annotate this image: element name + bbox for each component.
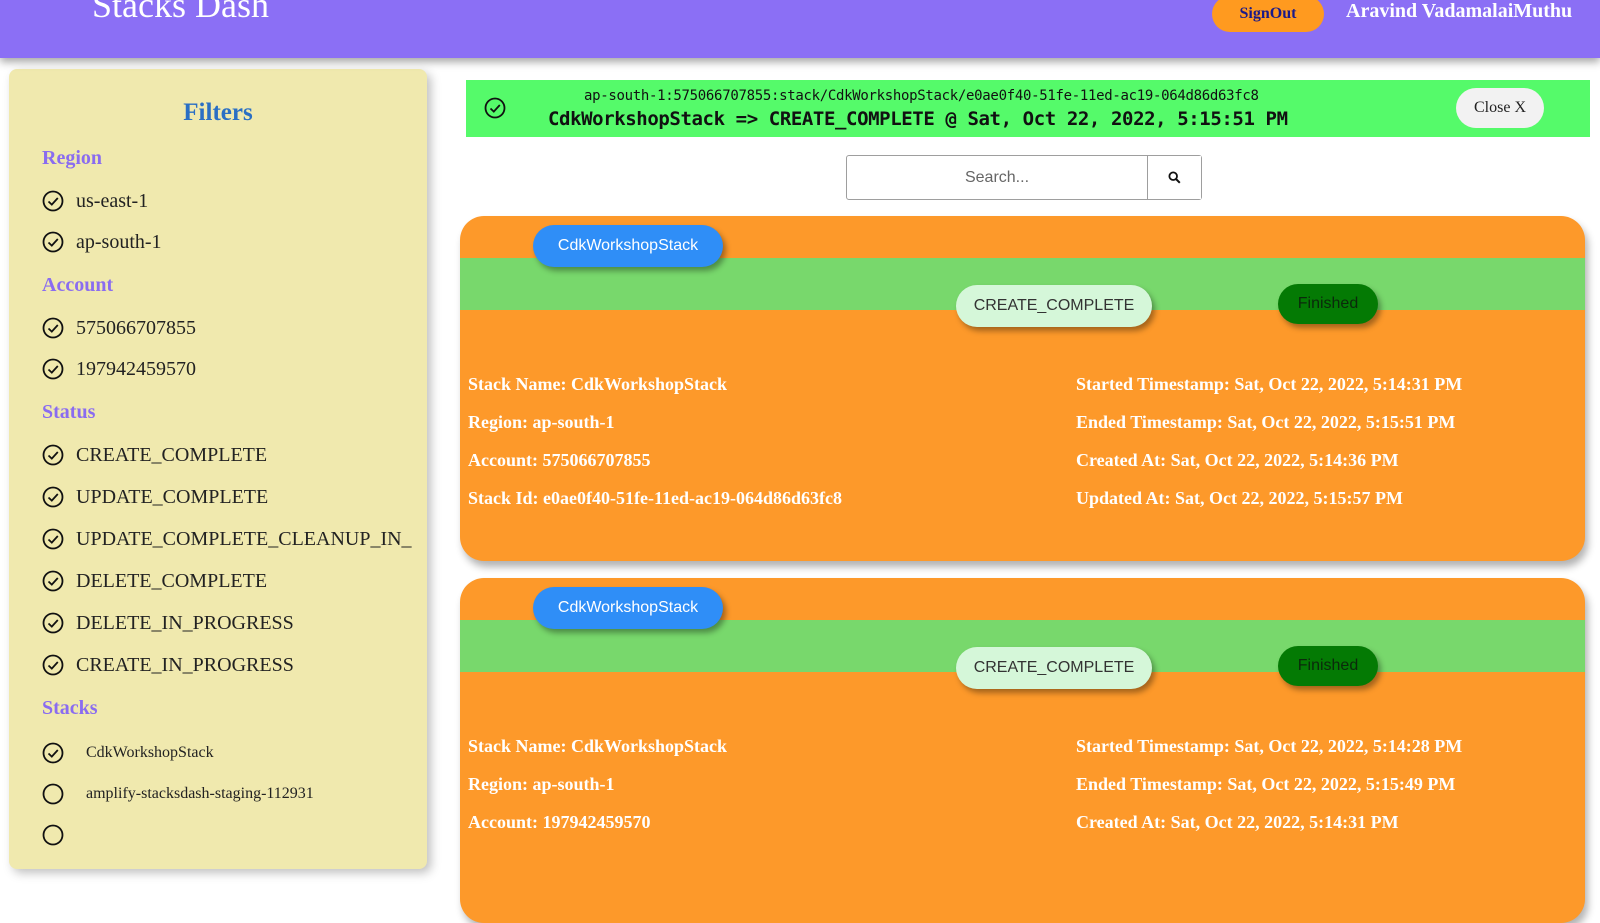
filters-sidebar: Filters Region us-east-1 ap-south-1 Acco… xyxy=(9,69,427,869)
filter-stack-partial[interactable] xyxy=(42,823,76,847)
status-badge: CREATE_COMPLETE xyxy=(956,285,1152,327)
search-bar xyxy=(846,155,1202,200)
filter-label: UPDATE_COMPLETE xyxy=(76,485,269,508)
top-bar: Stacks Dash SignOut Aravind VadamalaiMut… xyxy=(0,0,1600,58)
checked-circle-icon xyxy=(42,317,64,339)
filter-stack-cdkworkshopstack[interactable]: CdkWorkshopStack xyxy=(42,741,214,765)
filter-label: DELETE_IN_PROGRESS xyxy=(76,611,294,634)
signout-button[interactable]: SignOut xyxy=(1212,0,1324,32)
filter-label: DELETE_COMPLETE xyxy=(76,569,268,592)
checked-circle-icon xyxy=(42,190,64,212)
started-timestamp: Started Timestamp: Sat, Oct 22, 2022, 5:… xyxy=(1076,736,1463,756)
stack-card: CdkWorkshopStack CREATE_COMPLETE Finishe… xyxy=(460,578,1585,923)
filter-label: 197942459570 xyxy=(76,357,196,380)
unchecked-circle-icon xyxy=(42,783,64,805)
checked-circle-icon xyxy=(42,528,64,550)
checked-circle-icon xyxy=(42,612,64,634)
finished-badge: Finished xyxy=(1278,284,1378,324)
stack-name-text: Stack Name: CdkWorkshopStack xyxy=(468,374,728,394)
updated-at: Updated At: Sat, Oct 22, 2022, 5:15:57 P… xyxy=(1076,488,1403,508)
filter-label: amplify-stacksdash-staging-112931 xyxy=(86,785,314,802)
filter-region-us-east-1[interactable]: us-east-1 xyxy=(42,189,148,213)
filter-account-575066707855[interactable]: 575066707855 xyxy=(42,316,196,340)
account-text: Account: 575066707855 xyxy=(468,450,651,470)
notification-message: CdkWorkshopStack => CREATE_COMPLETE @ Sa… xyxy=(548,108,1288,130)
user-name: Aravind VadamalaiMuthu xyxy=(1346,0,1573,22)
ended-timestamp: Ended Timestamp: Sat, Oct 22, 2022, 5:15… xyxy=(1076,412,1456,432)
filter-status-delete-complete[interactable]: DELETE_COMPLETE xyxy=(42,569,267,593)
app-title: Stacks Dash xyxy=(92,0,269,25)
stack-name-badge[interactable]: CdkWorkshopStack xyxy=(533,225,723,267)
filter-label: CREATE_IN_PROGRESS xyxy=(76,653,294,676)
filter-label: CREATE_COMPLETE xyxy=(76,443,268,466)
filter-status-create-complete[interactable]: CREATE_COMPLETE xyxy=(42,443,267,467)
checked-circle-icon xyxy=(42,654,64,676)
filter-label: CdkWorkshopStack xyxy=(86,744,214,761)
close-notification-button[interactable]: Close X xyxy=(1456,88,1544,128)
filter-label: UPDATE_COMPLETE_CLEANUP_IN_ xyxy=(76,527,412,550)
region-text: Region: ap-south-1 xyxy=(468,774,615,794)
unchecked-circle-icon xyxy=(42,824,64,846)
filter-status-update-complete-cleanup[interactable]: UPDATE_COMPLETE_CLEANUP_IN_ xyxy=(42,527,412,551)
created-at: Created At: Sat, Oct 22, 2022, 5:14:36 P… xyxy=(1076,450,1399,470)
stack-name-badge[interactable]: CdkWorkshopStack xyxy=(533,587,723,629)
account-section-title: Account xyxy=(42,274,114,296)
stack-id-text: Stack Id: e0ae0f40-51fe-11ed-ac19-064d86… xyxy=(468,488,842,508)
checked-circle-icon xyxy=(42,231,64,253)
filter-account-197942459570[interactable]: 197942459570 xyxy=(42,357,196,381)
filter-label: ap-south-1 xyxy=(76,230,162,253)
filter-region-ap-south-1[interactable]: ap-south-1 xyxy=(42,230,162,254)
notification-banner: ap-south-1:575066707855:stack/CdkWorksho… xyxy=(466,80,1590,137)
filter-stack-amplify-staging[interactable]: amplify-stacksdash-staging-112931 xyxy=(42,782,314,806)
checked-circle-icon xyxy=(484,97,506,119)
checked-circle-icon xyxy=(42,570,64,592)
filter-status-create-in-progress[interactable]: CREATE_IN_PROGRESS xyxy=(42,653,294,677)
finished-badge: Finished xyxy=(1278,646,1378,686)
notification-stack-id: ap-south-1:575066707855:stack/CdkWorksho… xyxy=(584,88,1259,104)
region-text: Region: ap-south-1 xyxy=(468,412,615,432)
filter-status-delete-in-progress[interactable]: DELETE_IN_PROGRESS xyxy=(42,611,294,635)
stacks-section-title: Stacks xyxy=(42,697,98,719)
status-section-title: Status xyxy=(42,401,96,423)
stack-card: CdkWorkshopStack CREATE_COMPLETE Finishe… xyxy=(460,216,1585,561)
checked-circle-icon xyxy=(42,742,64,764)
filter-status-update-complete[interactable]: UPDATE_COMPLETE xyxy=(42,485,268,509)
account-text: Account: 197942459570 xyxy=(468,812,651,832)
ended-timestamp: Ended Timestamp: Sat, Oct 22, 2022, 5:15… xyxy=(1076,774,1456,794)
search-input[interactable] xyxy=(847,156,1147,199)
checked-circle-icon xyxy=(42,358,64,380)
search-button[interactable] xyxy=(1147,156,1201,199)
status-badge: CREATE_COMPLETE xyxy=(956,647,1152,689)
created-at: Created At: Sat, Oct 22, 2022, 5:14:31 P… xyxy=(1076,812,1399,832)
filter-label: us-east-1 xyxy=(76,189,149,212)
checked-circle-icon xyxy=(42,444,64,466)
filter-label: 575066707855 xyxy=(76,316,196,339)
region-section-title: Region xyxy=(42,147,102,169)
started-timestamp: Started Timestamp: Sat, Oct 22, 2022, 5:… xyxy=(1076,374,1463,394)
search-icon xyxy=(1168,171,1181,184)
checked-circle-icon xyxy=(42,486,64,508)
stack-name-text: Stack Name: CdkWorkshopStack xyxy=(468,736,728,756)
filters-title: Filters xyxy=(183,99,253,126)
